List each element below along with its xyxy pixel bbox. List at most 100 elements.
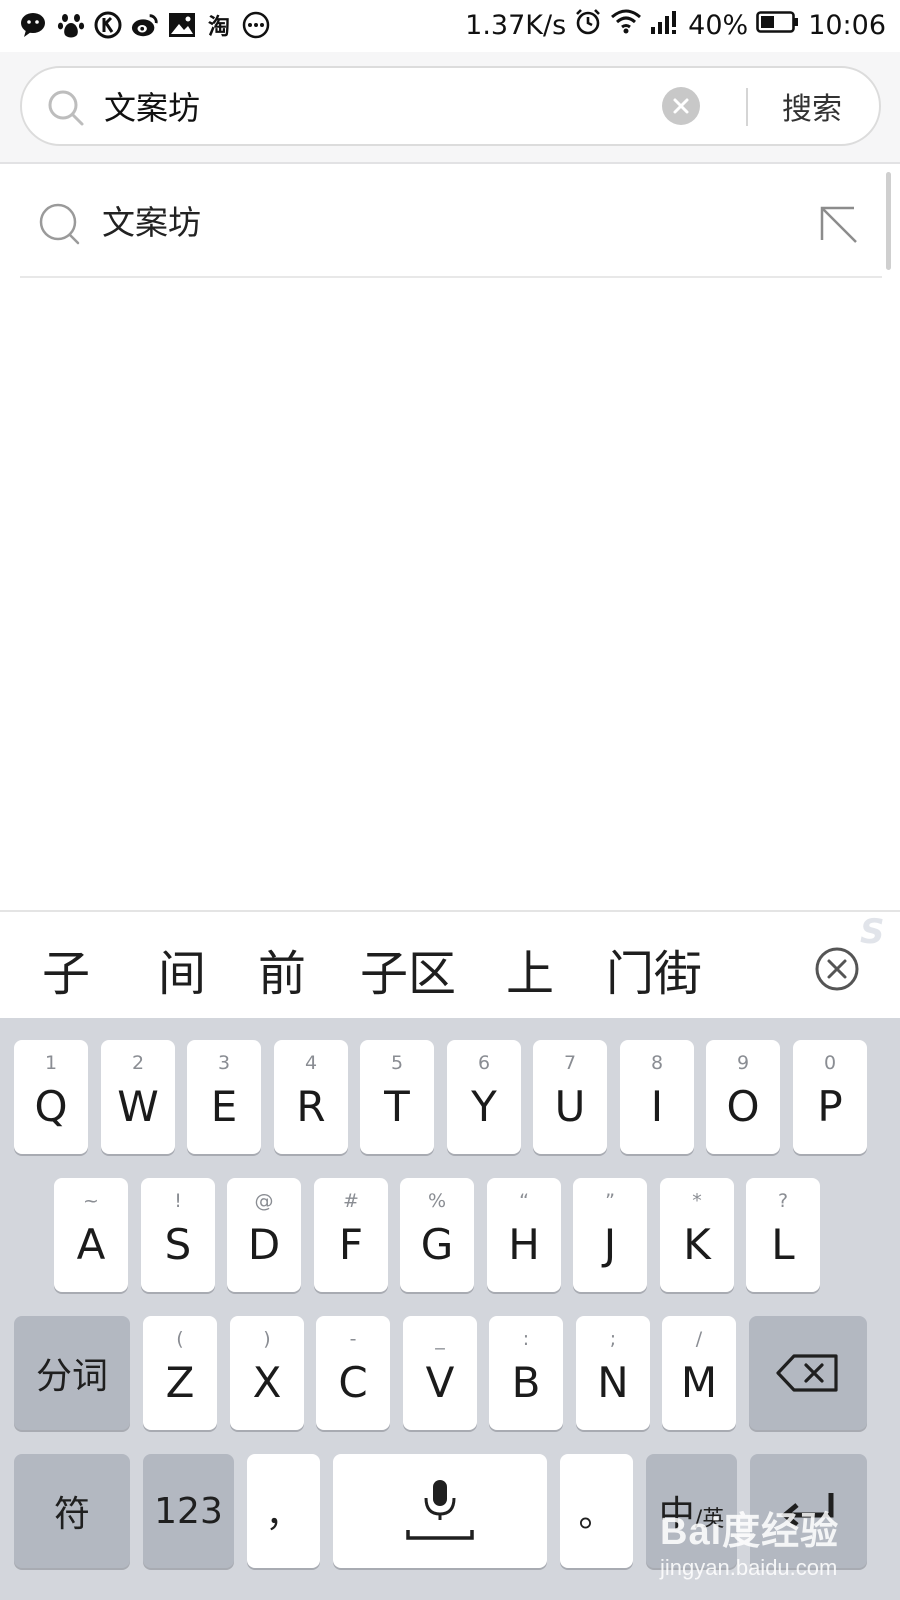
key-x[interactable]: ) X bbox=[230, 1316, 304, 1430]
key-label: Y bbox=[471, 1081, 497, 1131]
watermark: Bai度经验 jingyan.baidu.com bbox=[660, 1500, 880, 1590]
key-alt: 3 bbox=[217, 1052, 231, 1074]
close-candidates-button[interactable] bbox=[814, 946, 860, 992]
gallery-icon bbox=[168, 10, 196, 40]
close-icon bbox=[673, 98, 689, 114]
fill-query-arrow-icon[interactable] bbox=[816, 202, 860, 246]
key-label: S bbox=[164, 1219, 192, 1269]
space-voice-key[interactable] bbox=[333, 1454, 547, 1568]
key-k[interactable]: * K bbox=[660, 1178, 734, 1292]
key-alt: / bbox=[695, 1328, 703, 1350]
numbers-key[interactable]: 123 bbox=[143, 1454, 234, 1568]
key-l[interactable]: ? L bbox=[746, 1178, 820, 1292]
key-label: 符 bbox=[53, 1494, 90, 1535]
key-alt: ! bbox=[174, 1190, 182, 1212]
candidate-word[interactable]: 子 bbox=[42, 934, 90, 1004]
key-label: F bbox=[338, 1219, 364, 1269]
key-alt: : bbox=[522, 1328, 530, 1350]
key-t[interactable]: 5T bbox=[360, 1040, 434, 1154]
key-q[interactable]: 1Q bbox=[14, 1040, 88, 1154]
key-alt: 0 bbox=[823, 1052, 837, 1074]
battery-percent: 40% bbox=[688, 10, 749, 41]
wifi-icon bbox=[610, 9, 642, 42]
key-label: N bbox=[597, 1357, 629, 1407]
key-alt: 2 bbox=[131, 1052, 145, 1074]
candidate-word[interactable]: 子区 bbox=[360, 934, 456, 1004]
scrollbar[interactable] bbox=[886, 172, 891, 270]
key-alt: 9 bbox=[736, 1052, 750, 1074]
key-w[interactable]: 2W bbox=[101, 1040, 175, 1154]
key-label: R bbox=[296, 1081, 326, 1131]
close-circle-icon bbox=[815, 947, 859, 991]
key-h[interactable]: “H bbox=[487, 1178, 561, 1292]
key-alt: ” bbox=[605, 1190, 615, 1212]
key-s[interactable]: ! S bbox=[141, 1178, 215, 1292]
key-v[interactable]: _ V bbox=[403, 1316, 477, 1430]
suggestion-text: 文案坊 bbox=[102, 203, 201, 242]
search-icon bbox=[38, 202, 82, 246]
list-item[interactable]: 文案坊 bbox=[20, 166, 882, 278]
candidate-word[interactable]: 门街 bbox=[606, 934, 702, 1004]
key-label: L bbox=[771, 1219, 795, 1269]
key-g[interactable]: % G bbox=[400, 1178, 474, 1292]
candidate-word[interactable]: 前 bbox=[258, 934, 306, 1004]
symbols-key[interactable]: 符 bbox=[14, 1454, 130, 1568]
key-alt: @ bbox=[254, 1190, 274, 1212]
key-m[interactable]: / M bbox=[662, 1316, 736, 1430]
key-r[interactable]: 4R bbox=[274, 1040, 348, 1154]
microphone-icon bbox=[406, 1480, 474, 1540]
key-label: I bbox=[650, 1081, 664, 1131]
key-label: 123 bbox=[154, 1490, 223, 1532]
key-o[interactable]: 9O bbox=[706, 1040, 780, 1154]
segment-key[interactable]: 分词 bbox=[14, 1316, 130, 1430]
battery-icon bbox=[756, 10, 800, 41]
key-b[interactable]: :B bbox=[489, 1316, 563, 1430]
key-j[interactable]: ” J bbox=[573, 1178, 647, 1292]
key-label: D bbox=[247, 1219, 281, 1269]
search-submit-button[interactable]: 搜索 bbox=[762, 76, 862, 136]
key-label: 分词 bbox=[35, 1356, 108, 1397]
key-label: C bbox=[338, 1357, 368, 1407]
key-z[interactable]: (Z bbox=[143, 1316, 217, 1430]
candidate-word[interactable]: 上 bbox=[506, 934, 554, 1004]
key-label: H bbox=[508, 1219, 540, 1269]
more-dots-icon bbox=[242, 10, 270, 40]
period-key[interactable]: 。 bbox=[560, 1454, 633, 1568]
backspace-key[interactable] bbox=[749, 1316, 867, 1430]
ime-candidate-bar: 子 间 前 子区 上 门街 S bbox=[0, 910, 900, 1018]
wechat-icon bbox=[20, 10, 48, 40]
key-alt: 1 bbox=[44, 1052, 58, 1074]
key-y[interactable]: 6Y bbox=[447, 1040, 521, 1154]
key-d[interactable]: @ D bbox=[227, 1178, 301, 1292]
key-a[interactable]: ~ A bbox=[54, 1178, 128, 1292]
key-label: K bbox=[683, 1219, 711, 1269]
key-i[interactable]: 8I bbox=[620, 1040, 694, 1154]
key-n[interactable]: ; N bbox=[576, 1316, 650, 1430]
key-p[interactable]: 0P bbox=[793, 1040, 867, 1154]
search-input[interactable] bbox=[104, 76, 644, 136]
notification-icons: 淘 bbox=[20, 10, 270, 40]
key-alt: “ bbox=[519, 1190, 529, 1212]
key-e[interactable]: 3E bbox=[187, 1040, 261, 1154]
clear-search-button[interactable] bbox=[662, 87, 700, 125]
key-alt: 6 bbox=[477, 1052, 491, 1074]
backspace-icon bbox=[776, 1354, 838, 1392]
key-label: G bbox=[420, 1219, 454, 1269]
key-label: B bbox=[511, 1357, 541, 1407]
key-c[interactable]: -C bbox=[316, 1316, 390, 1430]
key-label: W bbox=[117, 1081, 159, 1131]
key-f[interactable]: # F bbox=[314, 1178, 388, 1292]
watermark-brand: Bai度经验 bbox=[660, 1511, 840, 1553]
key-alt: # bbox=[343, 1190, 359, 1212]
key-alt: 5 bbox=[390, 1052, 404, 1074]
k-icon bbox=[94, 10, 122, 40]
candidate-word[interactable]: 间 bbox=[158, 934, 206, 1004]
watermark-url: jingyan.baidu.com bbox=[660, 1555, 838, 1580]
key-label: U bbox=[554, 1081, 586, 1131]
key-alt: ( bbox=[176, 1328, 184, 1350]
key-u[interactable]: 7U bbox=[533, 1040, 607, 1154]
clock-time: 10:06 bbox=[808, 10, 886, 41]
comma-key[interactable]: ， bbox=[247, 1454, 320, 1568]
search-box[interactable]: 搜索 bbox=[20, 66, 881, 146]
key-label: J bbox=[603, 1219, 617, 1269]
